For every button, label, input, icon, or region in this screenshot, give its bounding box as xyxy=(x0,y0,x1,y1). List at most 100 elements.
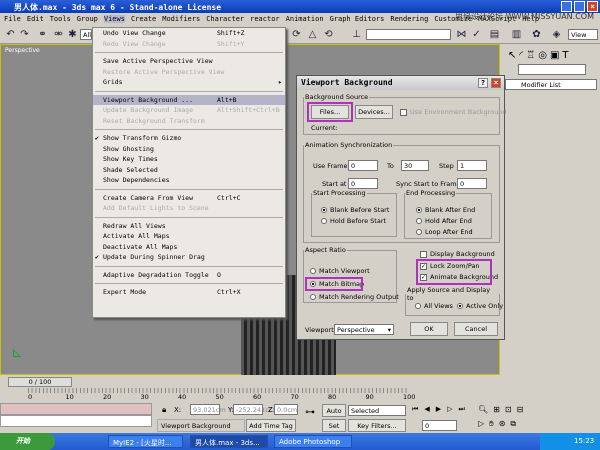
angle-snap-icon[interactable]: ⟳ xyxy=(290,28,303,41)
motion-tab-icon[interactable]: ◎ xyxy=(538,50,547,61)
menu-item-show-ghosting[interactable]: Show Ghosting xyxy=(93,144,285,155)
menu-item-adaptive-degradation-toggle[interactable]: Adaptive Degradation Toggle O xyxy=(93,270,285,281)
devices-button[interactable]: Devices... xyxy=(355,105,393,119)
maximize-viewport-icon[interactable]: ⧉ xyxy=(510,419,516,429)
zoom-extents-icon[interactable]: ⊡ xyxy=(505,405,512,414)
modify-tab-icon[interactable]: ◜ xyxy=(519,50,523,61)
menu-item-create-camera-from-view[interactable]: Create Camera From View Ctrl+C xyxy=(93,193,285,204)
menu-graph-editors[interactable]: Graph Editors xyxy=(330,15,385,23)
taskbar-item[interactable]: 男人体.max - 3ds... xyxy=(190,435,268,448)
maxscript-listener-pink[interactable] xyxy=(0,403,152,415)
menu-item-show-key-times[interactable]: Show Key Times xyxy=(93,154,285,165)
step-input[interactable]: 1 xyxy=(457,160,487,171)
track-bar[interactable]: 0 10 20 30 40 50 60 70 80 90 100 xyxy=(28,388,415,402)
sync-start-input[interactable]: 0 xyxy=(457,178,487,189)
viewport-label[interactable]: Perspective xyxy=(5,47,40,54)
layer-icon[interactable]: ▤ xyxy=(488,28,501,41)
zoom-all-icon[interactable]: ⊞ xyxy=(493,405,500,414)
previous-frame-icon[interactable]: ◀ xyxy=(424,405,429,414)
menu-reactor[interactable]: reactor xyxy=(250,15,280,23)
menu-modifiers[interactable]: Modifiers xyxy=(162,15,200,23)
fov-icon[interactable]: ▷ xyxy=(478,419,484,429)
percent-snap-icon[interactable]: △ xyxy=(306,28,319,41)
menu-item-update-during-spinner-drag[interactable]: ✔ Update During Spinner Drag xyxy=(93,252,285,263)
menu-item-undo-view-change[interactable]: Undo View Change Shift+Z xyxy=(93,28,285,39)
current-frame-input[interactable]: 0 xyxy=(422,420,457,431)
spinner-snap-icon[interactable]: ⟲ xyxy=(322,28,335,41)
menu-item-update-background-image[interactable]: Update Background Image Alt+Shift+Ctrl+B xyxy=(93,105,285,116)
zoom-extents-all-icon[interactable]: ⊟ xyxy=(517,405,524,414)
create-tab-icon[interactable]: ↖ xyxy=(508,50,516,61)
match-rendering-radio[interactable]: Match Rendering Output xyxy=(310,293,399,301)
close-icon[interactable]: × xyxy=(491,78,501,88)
z-coordinate[interactable]: 0.0cm xyxy=(274,404,298,415)
menu-create[interactable]: Create xyxy=(131,15,156,23)
menu-tools[interactable]: Tools xyxy=(50,15,71,23)
material-editor-icon[interactable]: ✿ xyxy=(530,28,543,41)
hierarchy-tab-icon[interactable]: ♖ xyxy=(526,50,535,61)
blank-before-start-radio[interactable]: Blank Before Start xyxy=(321,206,389,214)
undo-icon[interactable]: ↶ xyxy=(4,28,17,41)
menu-animation[interactable]: Animation xyxy=(286,15,324,23)
menu-item-add-default-lights-to-scene[interactable]: Add Default Lights to Scene xyxy=(93,203,285,214)
menu-views[interactable]: Views xyxy=(103,15,125,23)
display-tab-icon[interactable]: ▣ xyxy=(550,50,559,61)
menu-item-grids[interactable]: Grids ▸ xyxy=(93,77,285,88)
go-to-start-icon[interactable]: ⏮ xyxy=(412,405,418,414)
zoom-icon[interactable]: 🔍︎ xyxy=(478,405,488,414)
blank-after-end-radio[interactable]: Blank After End xyxy=(416,206,475,214)
match-viewport-radio[interactable]: Match Viewport xyxy=(310,267,370,275)
taskbar-item[interactable]: MyIE2 - [火星时... xyxy=(108,435,183,448)
start-button[interactable]: 开始 xyxy=(0,433,55,450)
unlink-icon[interactable]: ⚮ xyxy=(52,28,65,41)
loop-after-end-radio[interactable]: Loop After End xyxy=(416,228,473,236)
link-icon[interactable]: ⚭ xyxy=(36,28,49,41)
next-frame-icon[interactable]: ▷ xyxy=(447,405,452,414)
menu-item-redraw-all-views[interactable]: Redraw All Views xyxy=(93,221,285,232)
named-selection-set[interactable] xyxy=(366,29,451,40)
key-mode-dropdown[interactable]: Selected xyxy=(348,405,406,416)
taskbar-item[interactable]: Adobe Photoshop xyxy=(274,435,352,448)
menu-group[interactable]: Group xyxy=(77,15,98,23)
view-dropdown[interactable]: View xyxy=(568,29,598,40)
align-icon[interactable]: ✓ xyxy=(470,28,483,41)
use-environment-checkbox[interactable]: Use Environment Background xyxy=(400,108,507,116)
menu-item-show-dependencies[interactable]: Show Dependencies xyxy=(93,175,285,186)
menu-file[interactable]: File xyxy=(4,15,21,23)
start-at-input[interactable]: 0 xyxy=(348,178,378,189)
selection-filter[interactable]: All xyxy=(80,29,92,40)
y-coordinate[interactable]: -252.241cr xyxy=(233,404,271,415)
mirror-icon[interactable]: ⋈ xyxy=(455,28,468,41)
hold-before-start-radio[interactable]: Hold Before Start xyxy=(321,217,386,225)
active-only-radio[interactable]: Active Only xyxy=(457,302,503,310)
menu-edit[interactable]: Edit xyxy=(27,15,44,23)
bind-space-warp-icon[interactable]: ✱ xyxy=(66,28,79,41)
menu-item-activate-all-maps[interactable]: Activate All Maps xyxy=(93,231,285,242)
lock-icon[interactable]: 🔒︎ xyxy=(162,405,166,415)
menu-item-deactivate-all-maps[interactable]: Deactivate All Maps xyxy=(93,242,285,253)
help-icon[interactable]: ? xyxy=(478,78,488,88)
menu-item-reset-background-transform[interactable]: Reset Background Transform xyxy=(93,116,285,127)
utilities-tab-icon[interactable]: T xyxy=(562,50,568,61)
to-input[interactable]: 30 xyxy=(401,160,429,171)
play-icon[interactable]: ▶ xyxy=(436,405,441,414)
curve-editor-icon[interactable]: ▥ xyxy=(510,28,523,41)
cancel-button[interactable]: Cancel xyxy=(454,322,498,336)
menu-item-restore-active-perspective-view[interactable]: Restore Active Perspective View xyxy=(93,67,285,78)
use-frame-input[interactable]: 0 xyxy=(348,160,378,171)
display-background-checkbox[interactable]: Display Background xyxy=(420,250,495,258)
menu-item-save-active-perspective-view[interactable]: Save Active Perspective View xyxy=(93,56,285,67)
orbit-icon[interactable]: ⊛ xyxy=(499,419,506,429)
modifier-list-dropdown[interactable]: Modifier List xyxy=(505,79,597,90)
set-key-button[interactable]: Set Key xyxy=(322,419,346,442)
redo-icon[interactable]: ↷ xyxy=(18,28,31,41)
menu-item-viewport-background[interactable]: Viewport Background ... Alt+B xyxy=(93,94,285,105)
menu-item-show-transform-gizmo[interactable]: ✔ Show Transform Gizmo xyxy=(93,133,285,144)
pan-icon[interactable]: ✋︎ xyxy=(489,419,494,429)
all-views-radio[interactable]: All Views xyxy=(415,302,453,310)
x-coordinate[interactable]: 93.021cm xyxy=(190,404,226,415)
object-name-field[interactable] xyxy=(518,64,586,75)
key-icon[interactable]: ⊶ xyxy=(305,407,315,418)
go-to-end-icon[interactable]: ⏭ xyxy=(458,405,464,414)
viewport-dropdown[interactable]: Perspective ▾ xyxy=(334,324,394,335)
